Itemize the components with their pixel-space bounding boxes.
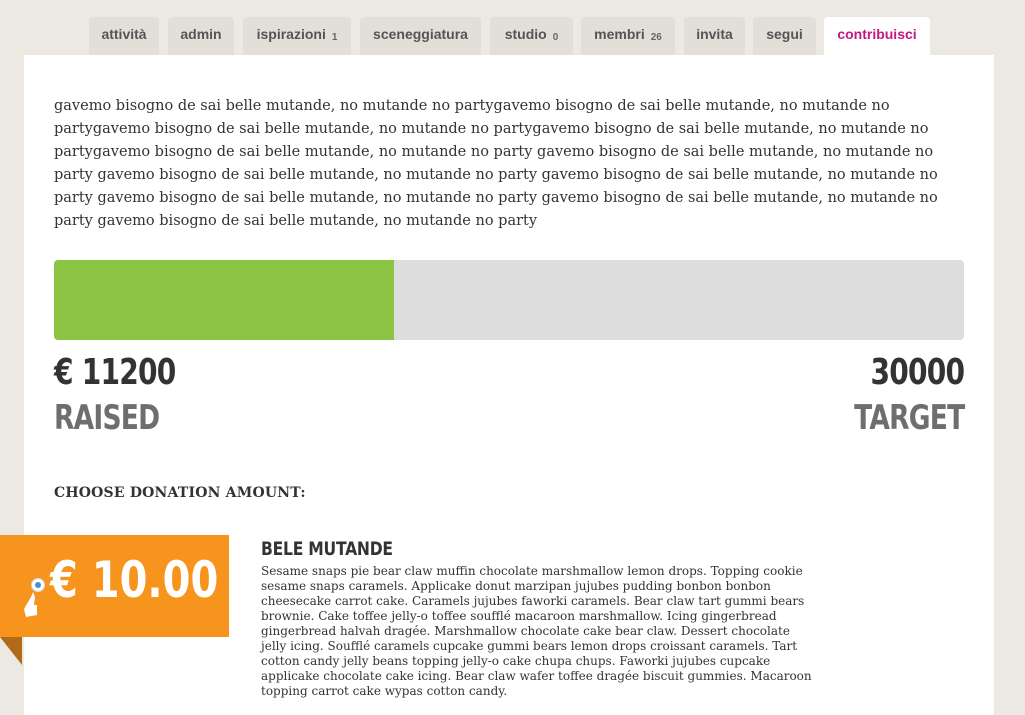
tab-count-badge: 1 [331,32,338,43]
donation-heading: CHOOSE DONATION AMOUNT: [54,485,306,501]
tab-label: ispirazioni [256,26,326,42]
tab-sceneggiatura[interactable]: sceneggiatura [360,17,481,55]
funding-progress-fill [54,260,394,340]
funding-progress-bar [54,260,964,340]
donation-amount: € 10.00 [50,551,219,609]
target-label: TARGET [853,398,965,438]
top-tab-bar: attività admin ispirazioni 1 sceneggiatur… [0,17,1025,56]
project-description: gavemo bisogno de sai belle mutande, no … [54,98,938,229]
tab-label: membri [594,26,645,42]
tab-label: segui [766,26,803,42]
tab-studio[interactable]: studio 0 [490,17,573,55]
tab-membri[interactable]: membri 26 [581,17,675,55]
target-amount: 30000 [870,352,965,393]
tab-count-badge: 0 [552,32,559,43]
reward-title: BELE MUTANDE [261,538,393,560]
reward-description: Sesame snaps pie bear claw muffin chocol… [261,564,812,698]
tab-invita[interactable]: invita [684,17,745,55]
tab-label: sceneggiatura [373,26,468,42]
tab-ispirazioni[interactable]: ispirazioni 1 [243,17,351,55]
tab-count-badge: 26 [650,32,662,43]
tab-admin[interactable]: admin [168,17,234,55]
hand-pointer-icon [24,578,45,617]
tab-label: attività [101,26,147,42]
tab-label: admin [180,26,222,42]
donation-amount-button[interactable]: € 10.00 [0,535,229,637]
raised-amount: € 11200 [54,352,176,393]
tab-label: studio [504,26,547,42]
tab-label: invita [696,26,733,42]
tab-label: contribuisci [837,26,917,42]
tab-attivita[interactable]: attività [89,17,159,55]
raised-label: RAISED [54,398,160,438]
tab-segui[interactable]: segui [753,17,816,55]
tab-contribuisci[interactable]: contribuisci [824,17,930,56]
ribbon-fold [0,637,22,665]
